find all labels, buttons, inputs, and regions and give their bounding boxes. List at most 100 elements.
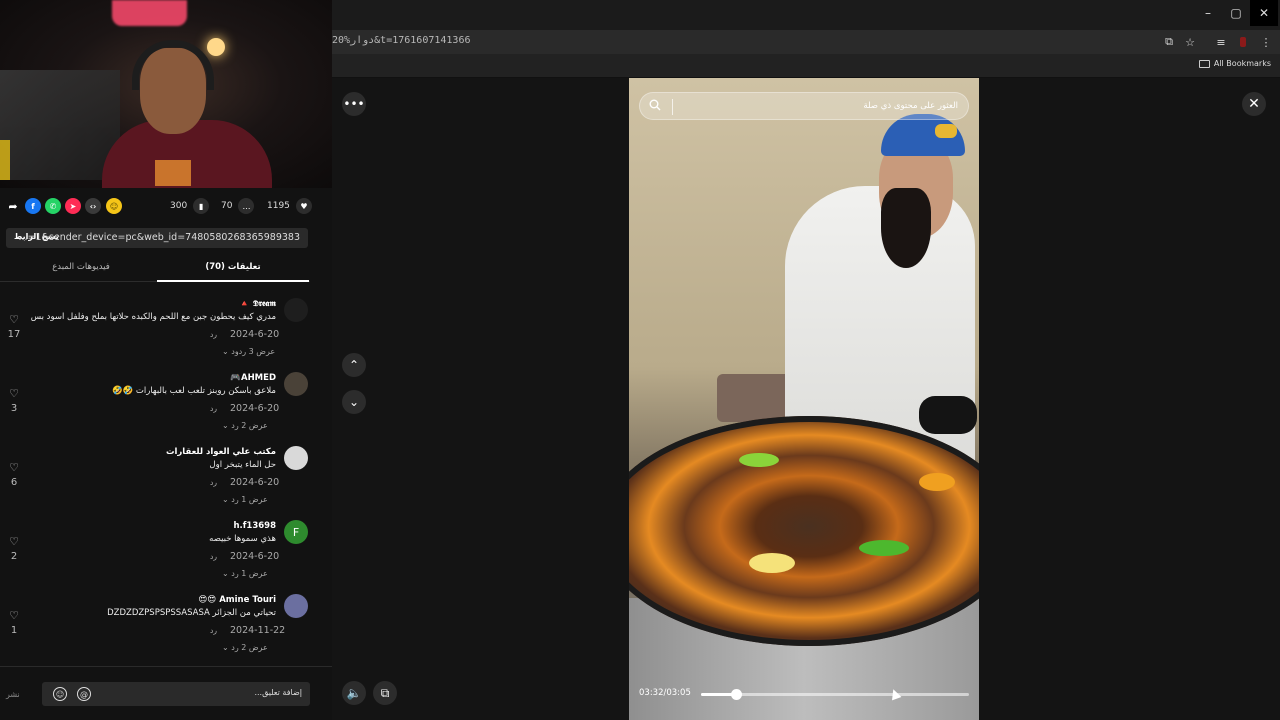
reply-button[interactable]: رد	[210, 404, 217, 413]
avatar[interactable]: F	[284, 520, 308, 544]
embed-icon[interactable]: ‹›	[85, 198, 101, 214]
bookmarks-bar: All Bookmarks	[332, 54, 1280, 78]
mention-icon[interactable]: @	[77, 687, 91, 701]
webcam-overlay	[0, 0, 332, 188]
comments-count: 70	[221, 201, 233, 211]
close-icon[interactable]: ✕	[1242, 92, 1266, 116]
more-options-icon[interactable]: •••	[342, 92, 366, 116]
panel-tabs: فيديوهات المبدع (70) تعليقات	[0, 256, 310, 282]
like-heart-icon[interactable]: ♡	[7, 609, 21, 622]
avatar[interactable]	[284, 594, 308, 618]
progress-knob[interactable]	[730, 689, 742, 700]
comment-username[interactable]: h.f13698	[233, 521, 276, 531]
like-heart-icon[interactable]: ♡	[7, 387, 21, 400]
likes-stat[interactable]: 1195 ♥	[267, 198, 312, 214]
comment-item: 𝕯𝖗𝖊𝖆𝖒 🔺 مدري كيف يحطون جبن مع اللحم والك…	[0, 298, 320, 368]
pepper-ring	[859, 540, 909, 556]
view-replies-button[interactable]: ⌄ عرض 2 رد	[222, 643, 268, 652]
playback-time: 03:32/03:05	[639, 688, 691, 698]
comment-text: حل الماء يتبخر اول	[209, 460, 276, 470]
screen: – ▢ ✕ 20%دوار&t=1761607141366 ⧉ ☆ ≡ ⋮ Al…	[0, 0, 1280, 720]
chair	[717, 374, 793, 422]
video-link-text: ...=1&sender_device=pc&web_id=7480580268…	[18, 232, 300, 243]
picture-in-picture-icon[interactable]: ⧉	[373, 681, 397, 705]
heart-icon: ♥	[295, 198, 312, 214]
comment-username[interactable]: 𝕯𝖗𝖊𝖆𝖒 🔺	[239, 299, 276, 309]
active-tab-underline	[157, 280, 309, 282]
like-count: 1	[10, 625, 18, 636]
comment-username[interactable]: مكتب علي العواد للعقارات	[166, 447, 276, 457]
lamp-light	[207, 38, 225, 56]
chevron-down-icon[interactable]: ⌄	[342, 390, 366, 414]
all-bookmarks-button[interactable]: All Bookmarks	[1198, 59, 1271, 68]
comment-username[interactable]: AHMED🎮	[230, 373, 276, 383]
emoji-icon[interactable]: ☺	[53, 687, 67, 701]
comment-item: Amine Touri 😍😍 تحياتي من الجزائر DZDZDZP…	[0, 594, 320, 664]
like-count: 17	[7, 329, 21, 340]
emoji-share-icon[interactable]: ☺	[106, 198, 122, 214]
related-search-bar[interactable]: العثور على محتوى ذي صلة	[639, 92, 969, 120]
saves-stat[interactable]: 300 ▮	[170, 198, 210, 214]
comments-stat[interactable]: 70 …	[221, 198, 255, 214]
view-replies-button[interactable]: ⌄ عرض 3 ردود	[222, 347, 275, 356]
reply-button[interactable]: رد	[210, 478, 217, 487]
install-app-icon[interactable]: ⧉	[1162, 35, 1176, 49]
address-bar[interactable]: 20%دوار&t=1761607141366 ⧉ ☆ ≡ ⋮	[332, 30, 1280, 54]
comment-date: 2024-6-20	[230, 477, 280, 488]
view-replies-label: عرض 1 رد	[231, 569, 268, 578]
extension-icon[interactable]	[1236, 35, 1250, 49]
bookmark-star-icon[interactable]: ☆	[1183, 35, 1197, 49]
view-replies-button[interactable]: ⌄ عرض 2 رد	[222, 421, 268, 430]
comment-input-placeholder: إضافة تعليق...	[254, 688, 302, 697]
progress-bar[interactable]	[701, 689, 969, 700]
video-frame[interactable]: العثور على محتوى ذي صلة 03:32/03:05	[629, 78, 979, 720]
media-controls-icon[interactable]: ≡	[1214, 35, 1228, 49]
like-count: 3	[10, 403, 18, 414]
avatar[interactable]	[284, 372, 308, 396]
chevron-up-icon[interactable]: ⌃	[342, 353, 366, 377]
reply-button[interactable]: رد	[210, 330, 217, 339]
view-replies-label: عرض 3 ردود	[231, 347, 276, 356]
browser-menu-icon[interactable]: ⋮	[1259, 35, 1273, 49]
facebook-icon[interactable]: f	[25, 198, 41, 214]
like-heart-icon[interactable]: ♡	[7, 461, 21, 474]
comment-date: 2024-6-20	[230, 403, 280, 414]
like-heart-icon[interactable]: ♡	[7, 313, 21, 326]
post-button[interactable]: نشر	[6, 690, 20, 699]
folder-icon	[1198, 59, 1210, 68]
view-replies-button[interactable]: ⌄ عرض 1 رد	[222, 569, 268, 578]
comment-username[interactable]: Amine Touri 😍😍	[199, 595, 276, 605]
shirt-print	[155, 160, 191, 186]
minimize-button[interactable]: –	[1194, 0, 1222, 26]
chef-glove	[919, 396, 977, 434]
comment-date: 2024-6-20	[230, 329, 280, 340]
like-heart-icon[interactable]: ♡	[7, 535, 21, 548]
share-arrow-icon[interactable]: ➦	[5, 198, 21, 214]
tab-creator-videos[interactable]: فيديوهات المبدع	[5, 262, 157, 272]
comments-panel: ➦ f ✆ ➤ ‹› ☺ 300 ▮ 70 … 1195 ♥ نسخ الراب…	[0, 188, 332, 720]
whatsapp-icon[interactable]: ✆	[45, 198, 61, 214]
telegram-icon[interactable]: ➤	[65, 198, 81, 214]
volume-icon[interactable]: 🔈	[342, 681, 366, 705]
reply-button[interactable]: رد	[210, 552, 217, 561]
all-bookmarks-label: All Bookmarks	[1213, 59, 1271, 68]
avatar[interactable]	[284, 298, 308, 322]
view-replies-label: عرض 2 رد	[231, 643, 268, 652]
reply-button[interactable]: رد	[210, 626, 217, 635]
like-count: 2	[10, 551, 18, 562]
comment-text: مدري كيف يحطون جبن مع اللحم والكبده حلات…	[30, 312, 276, 322]
lemon-slice	[749, 553, 795, 573]
comment-composer: نشر ☺ @ إضافة تعليق...	[0, 666, 332, 720]
comment-input[interactable]: ☺ @ إضافة تعليق...	[42, 682, 310, 706]
close-window-button[interactable]: ✕	[1250, 0, 1278, 26]
maximize-button[interactable]: ▢	[1222, 0, 1250, 26]
tab-comments[interactable]: (70) تعليقات	[157, 262, 309, 272]
pepper-ring	[919, 473, 955, 491]
view-replies-button[interactable]: ⌄ عرض 1 رد	[222, 495, 268, 504]
neon-sign	[112, 0, 187, 26]
comment-text: ملاعق باسكن روبنز تلعب لعب بالبهارات 🤣🤣	[112, 386, 276, 396]
like-count: 6	[10, 477, 18, 488]
comment-text: تحياتي من الجزائر DZDZDZPSPSPSSASASA	[107, 608, 276, 618]
avatar[interactable]	[284, 446, 308, 470]
video-link-box[interactable]: نسخ الرابط ...=1&sender_device=pc&web_id…	[6, 228, 308, 248]
